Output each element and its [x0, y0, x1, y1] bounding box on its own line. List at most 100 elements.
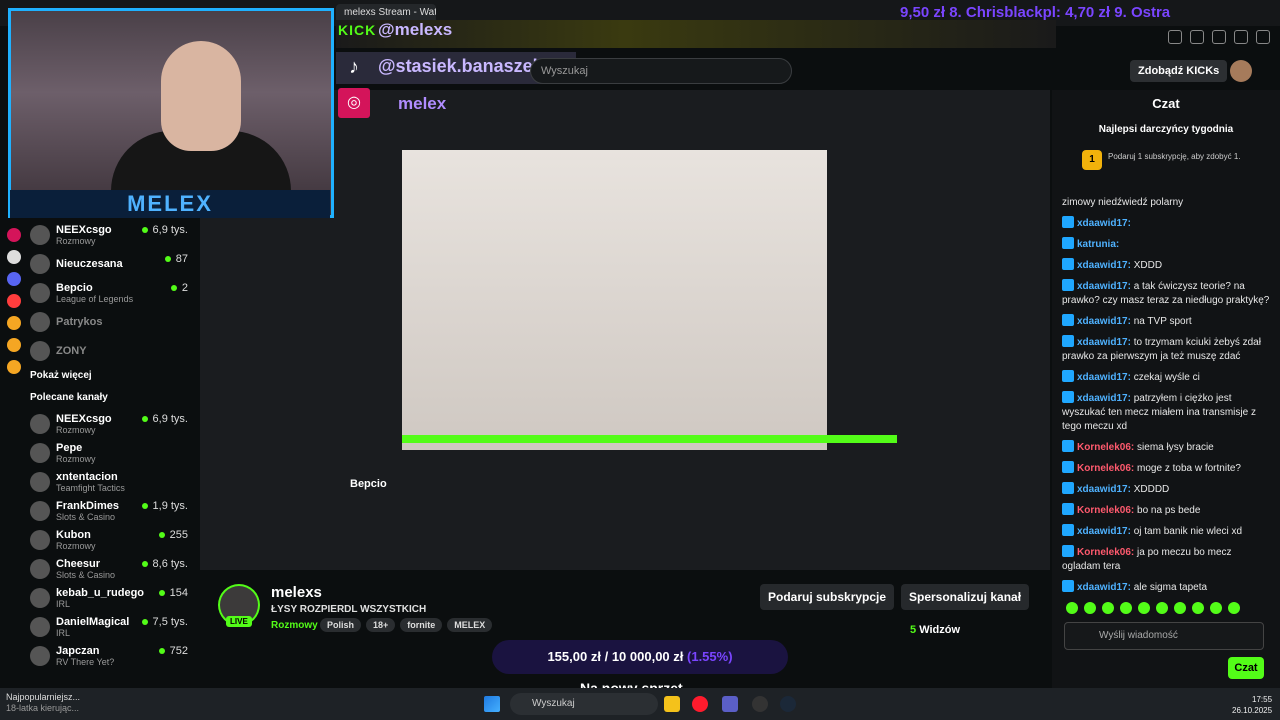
channel-name[interactable]: melexs	[271, 584, 322, 601]
chat-username[interactable]: xdaawid17:	[1077, 582, 1134, 592]
chat-username[interactable]: xdaawid17:	[1077, 260, 1134, 271]
game-icon[interactable]	[7, 338, 21, 352]
emote-icon[interactable]	[1120, 602, 1132, 614]
clock-icon[interactable]	[7, 316, 21, 330]
stream-tags: Polish 18+ fornite MELEX	[320, 618, 493, 632]
emote-icon[interactable]	[1192, 602, 1204, 614]
emote-icon[interactable]	[1174, 602, 1186, 614]
sidebar-channel[interactable]: Pepe Rozmowy	[30, 438, 200, 467]
instagram-icon: ◎	[338, 88, 370, 118]
youtube-icon[interactable]	[7, 294, 21, 308]
gift-sub-button[interactable]: Podaruj subskrypcje	[760, 584, 895, 610]
chat-username[interactable]: xdaawid17:	[1077, 484, 1134, 495]
chat-input[interactable]: Wyślij wiadomość	[1064, 622, 1264, 650]
stream-category[interactable]: Rozmowy	[271, 620, 318, 631]
taskbar-clock: 17:55 26.10.2025	[1232, 695, 1273, 715]
chat-username[interactable]: xdaawid17:	[1077, 337, 1134, 348]
sidebar-channel[interactable]: Cheesur Slots & Casino 8,6 tys.	[30, 554, 200, 583]
show-more-link[interactable]: Pokaż więcej	[30, 365, 200, 387]
chat-username[interactable]: xdaawid17:	[1077, 526, 1134, 537]
emote-icon[interactable]	[1066, 602, 1078, 614]
emote-icon[interactable]	[1138, 602, 1150, 614]
chat-send-button[interactable]: Czat	[1228, 657, 1264, 679]
sidebar-channel[interactable]: DanielMagical IRL 7,5 tys.	[30, 612, 200, 641]
chat-username[interactable]: katrunia:	[1077, 239, 1119, 250]
customize-channel-button[interactable]: Spersonalizuj kanał	[901, 584, 1030, 610]
sidebar-channel[interactable]: FrankDimes Slots & Casino 1,9 tys.	[30, 496, 200, 525]
badge-icon	[1062, 216, 1074, 228]
video-progress-bar[interactable]	[402, 435, 897, 443]
channel-avatar	[30, 253, 50, 274]
teams-icon[interactable]	[722, 696, 738, 712]
discord-icon[interactable]	[7, 272, 21, 286]
windows-start-icon[interactable]	[484, 696, 500, 712]
emote-icon[interactable]	[1228, 602, 1240, 614]
search-input[interactable]: Wyszukaj	[530, 58, 792, 84]
news-widget[interactable]: Najpopularniejsz... 18-latka kierując...	[6, 692, 80, 714]
tiktok-icon[interactable]	[7, 250, 21, 264]
tiktok-handle: @stasiek.banaszek	[378, 56, 543, 76]
tag[interactable]: MELEX	[447, 618, 493, 632]
donor-rank-badge: 1	[1082, 150, 1102, 170]
chat-username[interactable]: xdaawid17:	[1077, 316, 1134, 327]
sidebar-channel[interactable]: Nieuczesana 87	[30, 249, 200, 278]
sidebar-channel[interactable]: Japczan RV There Yet? 752	[30, 641, 200, 670]
tag[interactable]: Polish	[320, 618, 362, 632]
chat-message: xdaawid17: XDDDD	[1062, 482, 1272, 497]
extension-icon[interactable]	[1234, 30, 1248, 44]
gear-icon[interactable]	[7, 360, 21, 374]
steam-icon[interactable]	[780, 696, 796, 712]
extension-icon[interactable]	[1190, 30, 1204, 44]
sidebar-channel[interactable]: xntentacion Teamfight Tactics	[30, 467, 200, 496]
browser-toolbar	[1168, 30, 1270, 44]
badge-icon	[1062, 545, 1074, 557]
tag[interactable]: fornite	[400, 618, 443, 632]
menu-icon[interactable]	[1256, 30, 1270, 44]
icon-rail	[0, 220, 28, 688]
taskbar-search[interactable]: Wyszukaj	[510, 693, 658, 715]
kick-handle: @melexs	[378, 20, 453, 39]
claim-kicks-button[interactable]: Zdobądź KICKs	[1130, 60, 1228, 82]
sidebar-channel[interactable]: ZONY	[30, 336, 200, 365]
chat-message: katrunia:	[1062, 237, 1272, 252]
sidebar-channel[interactable]: Bepcio League of Legends 2	[30, 278, 200, 307]
chat-username[interactable]: xdaawid17:	[1077, 281, 1134, 292]
chat-username[interactable]: Kornelek06:	[1077, 505, 1137, 516]
chat-username[interactable]: Kornelek06:	[1077, 547, 1137, 558]
sidebar-channel[interactable]: NEEXcsgo Rozmowy 6,9 tys.	[30, 409, 200, 438]
emote-icon[interactable]	[1156, 602, 1168, 614]
instagram-icon[interactable]	[7, 228, 21, 242]
user-avatar[interactable]	[1230, 60, 1252, 82]
chat-username[interactable]: Kornelek06:	[1077, 463, 1137, 474]
emote-icon[interactable]	[1102, 602, 1114, 614]
chat-message: xdaawid17: patrzyłem i ciężko jest wyszu…	[1062, 391, 1272, 434]
emote-icon[interactable]	[1210, 602, 1222, 614]
badge-icon	[1062, 503, 1074, 515]
chat-text: XDDDD	[1133, 484, 1170, 495]
extension-icon[interactable]	[1212, 30, 1226, 44]
app-icon[interactable]	[752, 696, 768, 712]
sidebar-channel[interactable]: kebab_u_rudego IRL 154	[30, 583, 200, 612]
tag[interactable]: 18+	[366, 618, 396, 632]
chat-username[interactable]: xdaawid17:	[1077, 393, 1134, 404]
badge-icon	[1062, 461, 1074, 473]
badge-icon	[1062, 279, 1074, 291]
sidebar-channel[interactable]: Kubon Rozmowy 255	[30, 525, 200, 554]
chat-message: xdaawid17: oj tam banik nie wleci xd	[1062, 524, 1272, 539]
badge-icon	[1062, 237, 1074, 249]
sidebar-channel[interactable]: Patrykos	[30, 307, 200, 336]
badge-icon	[1062, 482, 1074, 494]
opera-icon[interactable]	[692, 696, 708, 712]
sidebar-channel[interactable]: NEEXcsgo Rozmowy 6,9 tys.	[30, 220, 200, 249]
emote-icon[interactable]	[1084, 602, 1096, 614]
badge-icon	[1062, 580, 1074, 592]
extension-icon[interactable]	[1168, 30, 1182, 44]
top-donors-text: Podaruj 1 subskrypcję, aby zdobyć 1.	[1108, 152, 1241, 161]
live-badge: LIVE	[226, 616, 252, 627]
chat-username[interactable]: xdaawid17:	[1077, 218, 1131, 229]
file-explorer-icon[interactable]	[664, 696, 680, 712]
chat-username[interactable]: xdaawid17:	[1077, 372, 1134, 383]
channel-avatar	[30, 529, 50, 550]
chat-username[interactable]: Kornelek06:	[1077, 442, 1137, 453]
chat-text: oj tam banik nie wleci xd	[1133, 526, 1243, 537]
